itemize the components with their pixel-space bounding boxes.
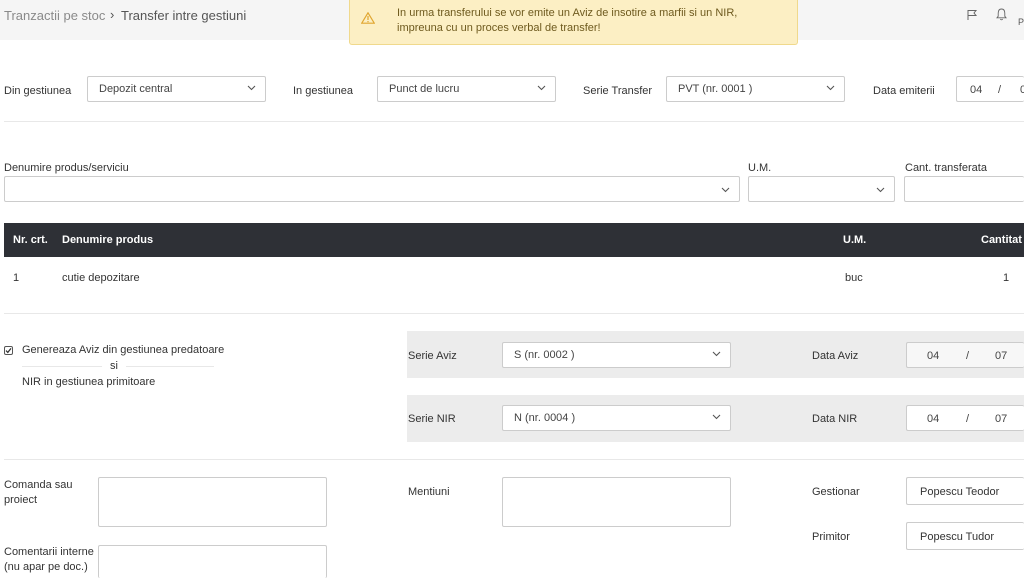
genereaza-aviz-label: Genereaza Aviz din gestiunea predatoare [22, 344, 225, 356]
cell-cantitate: 1 [1003, 272, 1010, 284]
in-gestiunea-label: In gestiunea [293, 85, 353, 97]
din-gestiunea-value: Depozit central [99, 83, 173, 95]
date-separator: / [966, 413, 970, 425]
nir-label: NIR in gestiunea primitoare [22, 376, 156, 388]
col-header-nr: Nr. crt. [13, 234, 48, 246]
transfer-info-alert: In urma transferului se vor emite un Avi… [349, 0, 798, 45]
comanda-label: Comanda sau proiect [4, 478, 73, 508]
primitor-label: Primitor [812, 531, 850, 543]
divider [4, 459, 1024, 460]
alert-line-2: impreuna cu un proces verbal de transfer… [397, 22, 601, 34]
serie-nir-value: N (nr. 0004 ) [514, 412, 576, 424]
bell-icon[interactable] [996, 8, 1007, 21]
date-separator: / [998, 84, 1002, 96]
primitor-input[interactable]: Popescu Tudor [906, 522, 1024, 550]
comanda-label-line-2: proiect [4, 494, 38, 506]
data-aviz-label: Data Aviz [812, 350, 859, 362]
col-header-um: U.M. [843, 234, 867, 246]
in-gestiunea-select[interactable]: Punct de lucru [377, 76, 556, 102]
breadcrumb-current: Transfer intre gestiuni [121, 8, 247, 23]
divider [4, 121, 1024, 122]
serie-aviz-select[interactable]: S (nr. 0002 ) [502, 342, 731, 368]
alert-message: In urma transferului se vor emite un Avi… [397, 6, 777, 36]
in-gestiunea-value: Punct de lucru [389, 83, 460, 95]
flag-icon[interactable] [966, 9, 978, 21]
comentarii-label-line-2: (nu apar pe doc.) [4, 561, 88, 573]
si-separator: si [102, 360, 126, 372]
breadcrumb-parent-link[interactable]: Tranzactii pe stoc [4, 8, 105, 23]
date-day: 04 [927, 350, 940, 362]
data-emiterii-label: Data emiterii [873, 85, 935, 97]
date-month: 07 [995, 350, 1008, 362]
chevron-down-icon [826, 85, 835, 91]
comentarii-label-line-1: Comentarii interne [4, 546, 94, 558]
divider [4, 313, 1024, 314]
cell-um: buc [845, 272, 863, 284]
cant-transferata-label: Cant. transferata [905, 162, 987, 174]
col-header-denumire: Denumire produs [62, 234, 154, 246]
chevron-down-icon [712, 351, 721, 357]
date-month: 0 [1020, 84, 1024, 96]
serie-transfer-select[interactable]: PVT (nr. 0001 ) [666, 76, 845, 102]
products-table-header [4, 223, 1024, 257]
um-label: U.M. [748, 162, 772, 174]
serie-aviz-value: S (nr. 0002 ) [514, 349, 575, 361]
comanda-label-line-1: Comanda sau [4, 479, 73, 491]
warning-icon [361, 12, 375, 24]
date-day: 04 [970, 84, 983, 96]
mentiuni-textarea[interactable] [502, 477, 731, 527]
cell-denumire: cutie depozitare [62, 272, 140, 284]
product-select[interactable] [4, 176, 740, 202]
mentiuni-label: Mentiuni [408, 486, 450, 498]
data-nir-input[interactable]: 04 / 07 [906, 405, 1024, 431]
chevron-down-icon [876, 187, 885, 193]
serie-transfer-label: Serie Transfer [583, 85, 653, 97]
chevron-down-icon [537, 85, 546, 91]
um-select[interactable] [748, 176, 895, 202]
alert-line-1: In urma transferului se vor emite un Avi… [397, 7, 738, 19]
date-separator: / [966, 350, 970, 362]
col-header-cantitate: Cantitat [981, 234, 1022, 246]
primitor-value: Popescu Tudor [920, 531, 994, 543]
serie-transfer-value: PVT (nr. 0001 ) [678, 83, 753, 95]
gestionar-value: Popescu Teodor [920, 486, 1000, 498]
din-gestiunea-select[interactable]: Depozit central [87, 76, 266, 102]
din-gestiunea-label: Din gestiunea [4, 85, 72, 97]
comentarii-textarea[interactable] [98, 545, 327, 578]
serie-nir-select[interactable]: N (nr. 0004 ) [502, 405, 731, 431]
gestionar-input[interactable]: Popescu Teodor [906, 477, 1024, 505]
denumire-produs-label: Denumire produs/serviciu [4, 162, 129, 174]
chevron-down-icon [721, 187, 730, 193]
comentarii-label: Comentarii interne (nu apar pe doc.) [4, 545, 94, 575]
chevron-down-icon [712, 414, 721, 420]
serie-aviz-label: Serie Aviz [408, 350, 457, 362]
data-emiterii-input[interactable]: 04 / 0 [956, 76, 1024, 102]
gestionar-label: Gestionar [812, 486, 860, 498]
data-nir-label: Data NIR [812, 413, 858, 425]
chevron-down-icon [247, 85, 256, 91]
comanda-textarea[interactable] [98, 477, 327, 527]
genereaza-aviz-checkbox[interactable] [4, 346, 13, 355]
date-day: 04 [927, 413, 940, 425]
data-aviz-input[interactable]: 04 / 07 [906, 342, 1024, 368]
date-month: 07 [995, 413, 1008, 425]
user-menu-initial[interactable]: P [1018, 17, 1024, 27]
checkmark-icon [5, 347, 12, 354]
cell-nr: 1 [13, 272, 20, 284]
serie-nir-label: Serie NIR [408, 413, 456, 425]
breadcrumb-separator: › [110, 7, 115, 22]
cant-transferata-input[interactable] [904, 176, 1024, 202]
